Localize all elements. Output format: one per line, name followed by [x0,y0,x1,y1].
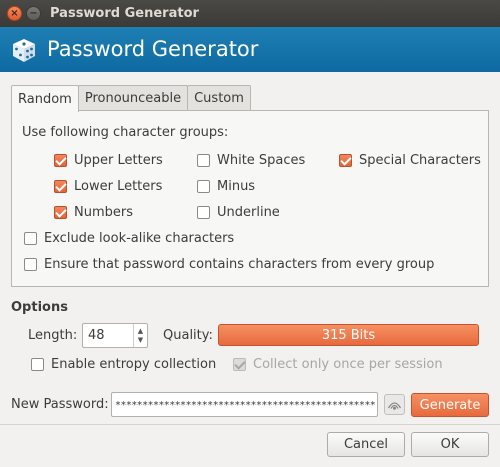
checkbox-label: White Spaces [217,153,306,168]
random-tab-panel: Use following character groups: Upper Le… [11,110,489,287]
new-password-field[interactable]: ****************************************… [111,392,378,417]
tab-random[interactable]: Random [11,85,79,112]
character-groups-caption: Use following character groups: [22,125,229,140]
options-heading: Options [11,300,68,315]
special-characters-checkbox[interactable]: Special Characters [339,153,481,168]
length-value[interactable]: 48 [88,328,105,343]
checkbox-box [233,358,246,371]
checkbox-label: Upper Letters [74,153,163,168]
checkbox-box[interactable] [197,154,210,167]
checkbox-box[interactable] [197,180,210,193]
tab-custom[interactable]: Custom [187,85,251,111]
checkbox-label: Special Characters [359,153,481,168]
cancel-button[interactable]: Cancel [327,432,405,457]
minimize-icon: − [29,7,38,19]
minus-checkbox[interactable]: Minus [197,179,255,194]
spin-arrows[interactable]: ▲ ▼ [133,324,147,347]
checkbox-box[interactable] [24,258,37,271]
ok-button[interactable]: OK [411,432,489,457]
quality-value: 315 Bits [321,327,376,343]
checkbox-box[interactable] [339,154,352,167]
tab-pronounceable[interactable]: Pronounceable [77,85,189,111]
spin-down-icon[interactable]: ▼ [138,336,143,345]
header-banner: Password Generator [0,27,500,72]
checkbox-label: Lower Letters [74,179,163,194]
footer-separator [0,424,500,425]
checkbox-box[interactable] [54,206,67,219]
white-spaces-checkbox[interactable]: White Spaces [197,153,305,168]
quality-label: Quality: [163,328,213,343]
banner-title: Password Generator [47,37,259,61]
checkbox-label: Exclude look-alike characters [44,231,235,246]
quality-meter: 315 Bits [218,324,479,346]
lower-letters-checkbox[interactable]: Lower Letters [54,179,162,194]
checkbox-box[interactable] [197,206,210,219]
length-spinbox[interactable]: 48 ▲ ▼ [82,323,148,348]
underline-checkbox[interactable]: Underline [197,205,280,220]
close-icon: × [10,7,19,19]
checkbox-label: Ensure that password contains characters… [44,257,435,272]
length-label: Length: [28,328,78,343]
upper-letters-checkbox[interactable]: Upper Letters [54,153,163,168]
checkbox-label: Enable entropy collection [51,357,217,372]
checkbox-box[interactable] [54,154,67,167]
numbers-checkbox[interactable]: Numbers [54,205,133,220]
window-close-button[interactable]: × [7,6,22,21]
dice-icon [13,39,35,62]
new-password-label: New Password: [11,397,109,412]
ensure-every-group-checkbox[interactable]: Ensure that password contains characters… [24,257,434,272]
window-title: Password Generator [50,6,199,21]
exclude-lookalike-checkbox[interactable]: Exclude look-alike characters [24,231,234,246]
reveal-password-button[interactable] [384,394,405,415]
checkbox-box[interactable] [31,358,44,371]
collect-once-checkbox: Collect only once per session [233,357,443,372]
window-titlebar[interactable]: × − Password Generator [0,0,500,27]
checkbox-label: Minus [217,179,256,194]
generate-button[interactable]: Generate [411,393,489,417]
spin-up-icon[interactable]: ▲ [138,327,143,336]
checkbox-box[interactable] [54,180,67,193]
checkbox-box[interactable] [24,232,37,245]
checkbox-label: Numbers [74,205,133,220]
entropy-collection-checkbox[interactable]: Enable entropy collection [31,357,216,372]
tab-bar: Random Pronounceable Custom [11,85,251,112]
window-minimize-button[interactable]: − [26,6,41,21]
checkbox-label: Collect only once per session [253,357,443,372]
checkbox-label: Underline [217,205,280,220]
eye-icon [387,402,402,410]
